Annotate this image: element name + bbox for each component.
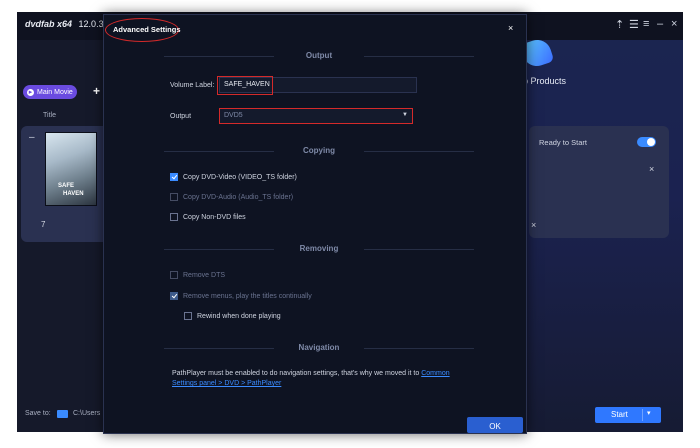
remove-dts-checkbox (170, 271, 178, 279)
rewind-checkbox[interactable] (184, 312, 192, 320)
collapse-icon[interactable]: – (29, 132, 35, 143)
rewind-row[interactable]: Rewind when done playing (184, 312, 281, 320)
output-select[interactable]: DVD5 ▼ (219, 108, 413, 124)
main-movie-button[interactable]: ▸ Main Movie (23, 85, 77, 99)
chevron-down-icon: ▼ (402, 112, 408, 118)
remove-menus-label: Remove menus, play the titles continuall… (183, 292, 312, 300)
copy-dvd-audio-checkbox (170, 193, 178, 201)
start-button[interactable]: Start ▾ (595, 407, 661, 423)
poster-title-line2: HAVEN (63, 191, 84, 197)
copy-dvd-video-checkbox[interactable] (170, 173, 178, 181)
start-separator (642, 409, 643, 421)
remove-task-icon[interactable]: × (649, 164, 654, 174)
wifi-icon[interactable]: ☰ (629, 18, 639, 31)
copy-dvd-audio-label: Copy DVD-Audio (Audio_TS folder) (183, 193, 294, 201)
menu-icon[interactable]: ≡ (643, 18, 649, 30)
ok-button[interactable]: OK (467, 417, 523, 433)
copy-dvd-audio-row: Copy DVD-Audio (Audio_TS folder) (170, 193, 293, 201)
movie-index: 7 (41, 220, 46, 229)
save-path-field[interactable]: C:\Users (73, 410, 100, 417)
remove-subtask-icon[interactable]: × (531, 220, 536, 230)
rewind-label: Rewind when done playing (197, 312, 281, 320)
poster-title-line1: SAFE (58, 183, 75, 189)
app-logo: dvdfab x64 12.0.3.1 (25, 19, 111, 29)
copy-non-dvd-label: Copy Non-DVD files (183, 213, 246, 221)
volume-highlight-box (217, 76, 273, 95)
start-label: Start (611, 410, 628, 419)
title-column-header: Title (43, 112, 56, 119)
close-window-icon[interactable]: × (671, 18, 677, 30)
copy-dvd-video-row[interactable]: Copy DVD-Video (VIDEO_TS folder) (170, 173, 297, 181)
remove-menus-checkbox (170, 292, 178, 300)
output-label: Output (170, 113, 192, 120)
add-source-button[interactable]: + (93, 84, 100, 98)
minimize-icon[interactable]: – (657, 18, 663, 30)
section-output: Output (164, 51, 474, 61)
dialog-title: Advanced Settings (113, 25, 181, 34)
start-dropdown-icon[interactable]: ▾ (647, 409, 651, 417)
copy-dvd-video-label: Copy DVD-Video (VIDEO_TS folder) (183, 173, 297, 181)
section-copying: Copying (164, 146, 474, 156)
advanced-settings-dialog: Advanced Settings × Output Volume Label:… (103, 14, 527, 434)
main-movie-icon: ▸ (27, 88, 34, 96)
section-navigation: Navigation (164, 343, 474, 353)
copy-non-dvd-checkbox[interactable] (170, 213, 178, 221)
output-select-value: DVD5 (224, 112, 243, 119)
remove-dts-row: Remove DTS (170, 271, 225, 279)
section-removing: Removing (164, 244, 474, 254)
movie-card: – SAFE HAVEN (21, 126, 111, 242)
close-icon[interactable]: × (508, 23, 513, 33)
movie-poster: SAFE HAVEN (45, 132, 97, 206)
pin-icon[interactable]: ⇡ (615, 18, 624, 31)
ready-toggle[interactable] (637, 137, 656, 147)
copy-non-dvd-row[interactable]: Copy Non-DVD files (170, 213, 246, 221)
folder-icon[interactable] (57, 410, 68, 418)
remove-dts-label: Remove DTS (183, 271, 226, 279)
main-movie-label: Main Movie (37, 88, 73, 96)
products-label[interactable]: b Products (523, 76, 566, 86)
volume-label-label: Volume Label: (170, 82, 215, 89)
ready-status: Ready to Start (539, 138, 587, 147)
remove-menus-row: Remove menus, play the titles continuall… (170, 292, 312, 300)
navigation-note-text: PathPlayer must be enabled to do navigat… (172, 370, 420, 377)
save-to-label: Save to: (25, 410, 51, 417)
app-logo-text: dvdfab x64 (25, 19, 73, 29)
navigation-note: PathPlayer must be enabled to do navigat… (172, 369, 462, 389)
